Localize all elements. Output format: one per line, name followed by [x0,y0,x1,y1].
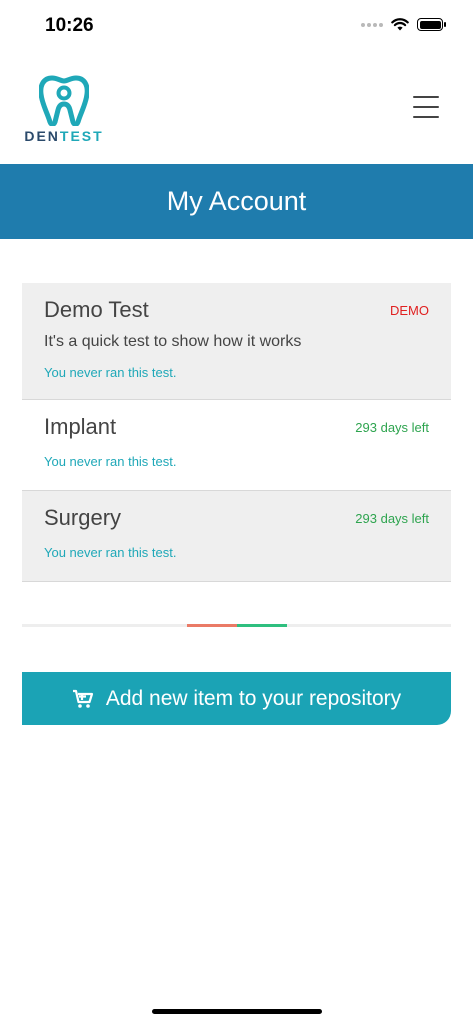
test-item-implant[interactable]: Implant 293 days left You never ran this… [22,400,451,491]
add-item-button-label: Add new item to your repository [105,686,402,710]
days-left-badge: 293 days left [355,511,429,526]
test-item-demo[interactable]: Demo Test DEMO It's a quick test to show… [22,283,451,400]
test-list: Demo Test DEMO It's a quick test to show… [22,283,451,582]
add-item-button[interactable]: Add new item to your repository [22,672,451,725]
status-bar: 10:26 [0,0,473,54]
cart-plus-icon [72,689,93,708]
page-indicator-segment [187,624,237,627]
status-icons [361,18,446,31]
tooth-icon [39,75,89,126]
hamburger-menu-icon[interactable] [413,96,439,118]
logo-text-den: DEN [24,128,60,144]
dentest-logo[interactable]: DENTEST [24,74,104,144]
test-item-name: Demo Test [44,297,149,322]
test-item-surgery[interactable]: Surgery 293 days left You never ran this… [22,491,451,582]
test-item-status: You never ran this test. [44,545,177,560]
wifi-icon [391,18,409,31]
logo-text: DENTEST [24,128,104,144]
cellular-signal-icon [361,22,383,27]
battery-icon [417,18,446,31]
test-item-description: It's a quick test to show how it works [44,333,302,350]
page-title-bar: My Account [0,164,473,239]
status-time: 10:26 [45,15,94,36]
test-item-status: You never ran this test. [44,454,177,469]
demo-badge: DEMO [390,303,429,318]
home-indicator[interactable] [152,1009,322,1014]
page-title: My Account [166,186,307,216]
days-left-badge: 293 days left [355,420,429,435]
test-item-status: You never ran this test. [44,365,177,380]
page-indicator [22,624,451,627]
app-header: DENTEST [0,54,473,164]
page-indicator-segment-active [237,624,287,627]
logo-text-test: TEST [59,128,104,144]
